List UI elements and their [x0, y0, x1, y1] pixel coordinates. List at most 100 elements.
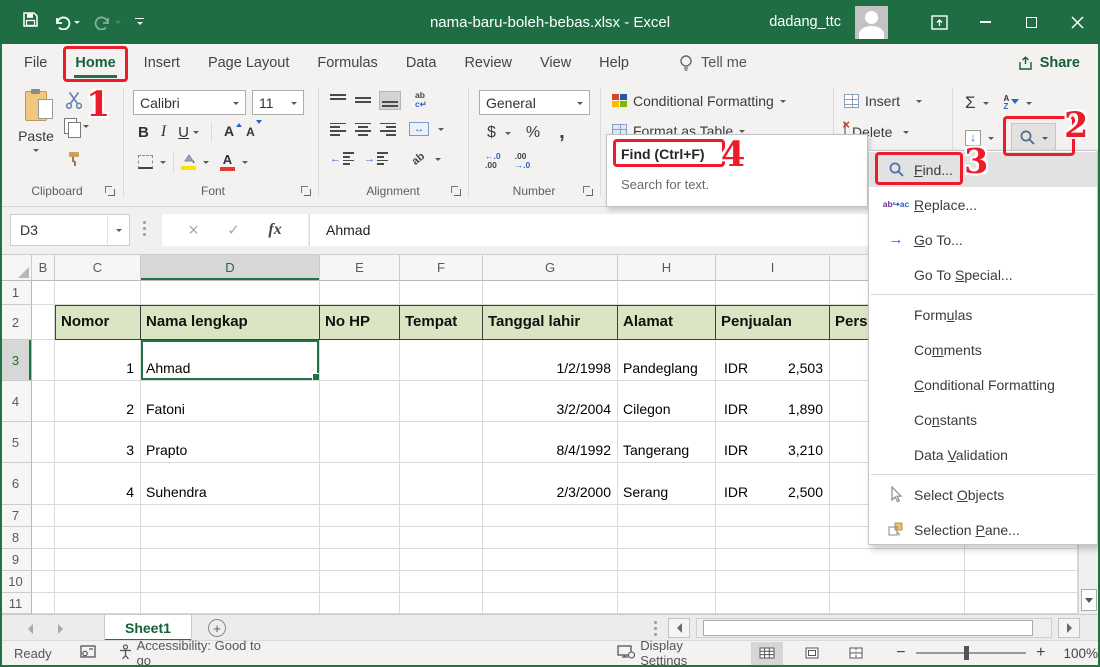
cell[interactable] [320, 593, 400, 614]
cell-c5[interactable]: 3 [55, 422, 141, 463]
sheet-nav-left-icon[interactable] [28, 624, 33, 634]
cell[interactable] [32, 505, 55, 527]
cell-d2[interactable]: Nama lengkap [141, 305, 320, 340]
orientation-chevron-icon[interactable] [435, 158, 441, 164]
cell-c2[interactable]: Nomor [55, 305, 141, 340]
tab-page-layout[interactable]: Page Layout [194, 44, 303, 82]
cell[interactable] [830, 593, 965, 614]
active-cell-d3[interactable]: Ahmad [141, 340, 320, 381]
cell[interactable] [716, 281, 830, 305]
cell[interactable] [483, 593, 618, 614]
cell[interactable] [141, 549, 320, 571]
cell-i3[interactable]: IDR2,503 [716, 340, 830, 381]
decrease-decimal-button[interactable]: .00→.0 [515, 152, 531, 170]
cell[interactable] [618, 505, 716, 527]
ribbon-display-options-icon[interactable] [916, 0, 962, 44]
cell[interactable] [716, 593, 830, 614]
tab-file[interactable]: File [10, 44, 61, 82]
cell[interactable] [618, 571, 716, 593]
sheet-nav-right-icon[interactable] [58, 624, 63, 634]
column-header-e[interactable]: E [320, 255, 400, 281]
undo-chevron-icon[interactable] [74, 21, 80, 27]
menu-item-selection-pane[interactable]: Selection Pane... [869, 512, 1097, 547]
bold-button[interactable]: B [138, 124, 149, 141]
cell[interactable] [141, 593, 320, 614]
row-header-9[interactable]: 9 [0, 549, 32, 571]
cell[interactable] [320, 549, 400, 571]
conditional-formatting-button[interactable]: Conditional Formatting [612, 93, 786, 109]
fill-color-button[interactable] [181, 154, 196, 170]
row-header-10[interactable]: 10 [0, 571, 32, 593]
cell[interactable] [483, 281, 618, 305]
cell[interactable] [320, 422, 400, 463]
borders-button[interactable] [138, 155, 153, 169]
cell-d4[interactable]: Fatoni [141, 381, 320, 422]
cell[interactable] [141, 281, 320, 305]
cell[interactable] [141, 505, 320, 527]
increase-decimal-button[interactable]: ←.0.00 [485, 152, 501, 170]
name-box[interactable]: D3 [10, 214, 130, 246]
cell[interactable] [716, 527, 830, 549]
cell[interactable] [716, 549, 830, 571]
name-box-chevron-icon[interactable] [107, 215, 129, 245]
column-header-h[interactable]: H [618, 255, 716, 281]
row-header-3[interactable]: 3 [0, 340, 32, 381]
cell[interactable] [618, 527, 716, 549]
sort-filter-chevron-icon[interactable] [1026, 102, 1032, 108]
enter-icon[interactable]: ✓ [227, 221, 240, 239]
cell[interactable] [32, 571, 55, 593]
font-size-select[interactable]: 11 [252, 90, 304, 115]
cell[interactable] [32, 281, 55, 305]
cell[interactable] [716, 505, 830, 527]
tab-help[interactable]: Help [585, 44, 643, 82]
cell[interactable] [400, 340, 483, 381]
cell[interactable] [965, 593, 1078, 614]
cell[interactable] [55, 281, 141, 305]
row-header-6[interactable]: 6 [0, 463, 32, 505]
cell[interactable] [400, 381, 483, 422]
paste-button[interactable]: Paste [12, 88, 60, 180]
clipboard-dialog-launcher-icon[interactable] [104, 185, 117, 198]
row-header-2[interactable]: 2 [0, 305, 32, 340]
row-header-5[interactable]: 5 [0, 422, 32, 463]
autosum-button[interactable]: Σ [965, 93, 976, 113]
column-header-g[interactable]: G [483, 255, 618, 281]
cell[interactable] [965, 571, 1078, 593]
cell[interactable] [400, 505, 483, 527]
tab-data[interactable]: Data [392, 44, 451, 82]
share-button[interactable]: Share [1018, 55, 1080, 71]
cell[interactable] [320, 463, 400, 505]
hscroll-left-button[interactable] [668, 618, 690, 638]
formula-bar-drag-handle[interactable] [143, 221, 146, 236]
zoom-level[interactable]: 100% [1063, 646, 1098, 661]
cell[interactable] [320, 527, 400, 549]
cell[interactable] [320, 571, 400, 593]
number-format-select[interactable]: General [479, 90, 590, 115]
quick-access-customize-icon[interactable] [135, 18, 144, 27]
align-middle-button[interactable] [355, 94, 371, 107]
cell[interactable] [400, 281, 483, 305]
cell[interactable] [32, 527, 55, 549]
decrease-indent-button[interactable]: ← [330, 152, 354, 165]
autosum-chevron-icon[interactable] [983, 102, 989, 108]
cell[interactable] [141, 571, 320, 593]
cell[interactable] [320, 505, 400, 527]
cell[interactable] [400, 549, 483, 571]
scroll-down-button[interactable] [1081, 589, 1097, 611]
account-user-name[interactable]: dadang_ttc [769, 14, 841, 30]
cell-h6[interactable]: Serang [618, 463, 716, 505]
font-color-chevron-icon[interactable] [242, 161, 248, 167]
cut-button[interactable] [64, 90, 84, 115]
cell-h2[interactable]: Alamat [618, 305, 716, 340]
cell[interactable] [830, 549, 965, 571]
macro-record-icon[interactable] [80, 645, 96, 661]
tell-me[interactable]: Tell me [679, 54, 747, 72]
cell[interactable] [618, 593, 716, 614]
horizontal-scrollbar[interactable] [696, 618, 1052, 638]
menu-item-select-objects[interactable]: Select Objects [869, 477, 1097, 512]
accounting-chevron-icon[interactable] [505, 132, 511, 138]
minimize-button[interactable] [962, 0, 1008, 44]
cell[interactable] [32, 549, 55, 571]
cell[interactable] [32, 593, 55, 614]
orientation-button[interactable]: ab [410, 150, 428, 167]
